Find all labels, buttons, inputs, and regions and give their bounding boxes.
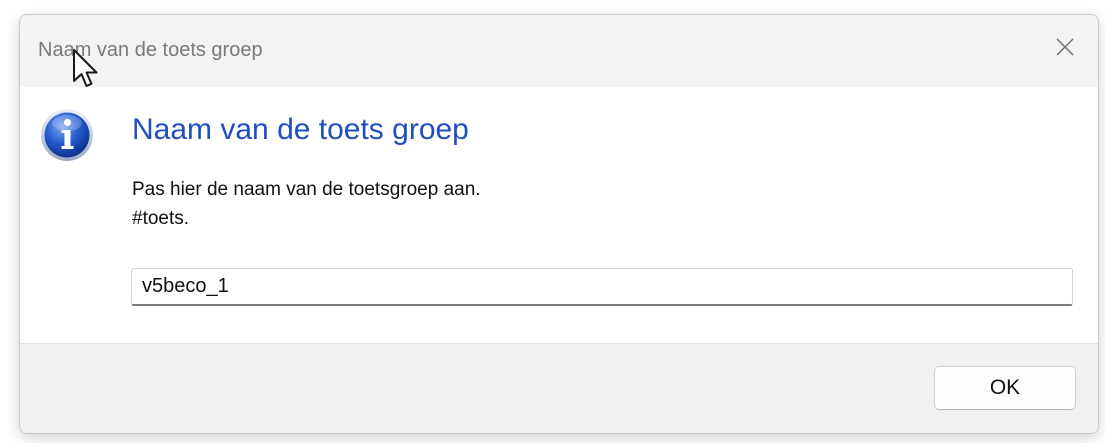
title-bar[interactable]: Naam van de toets groep <box>20 15 1098 87</box>
close-icon <box>1056 38 1074 56</box>
close-button[interactable] <box>1032 15 1098 79</box>
ok-button[interactable]: OK <box>934 366 1076 410</box>
dialog-window: Naam van de toets groep Naam van de toet… <box>19 14 1099 434</box>
dialog-message: Pas hier de naam van de toetsgroep aan. … <box>132 175 481 233</box>
info-icon <box>41 109 93 161</box>
dialog-heading: Naam van de toets groep <box>132 113 469 146</box>
dialog-content: Naam van de toets groep Pas hier de naam… <box>20 87 1098 343</box>
message-line: Pas hier de naam van de toetsgroep aan. <box>132 179 481 200</box>
dialog-footer: OK <box>20 343 1098 433</box>
group-name-input[interactable] <box>131 268 1073 306</box>
window-title: Naam van de toets groep <box>38 39 263 61</box>
message-line: #toets. <box>132 208 190 229</box>
